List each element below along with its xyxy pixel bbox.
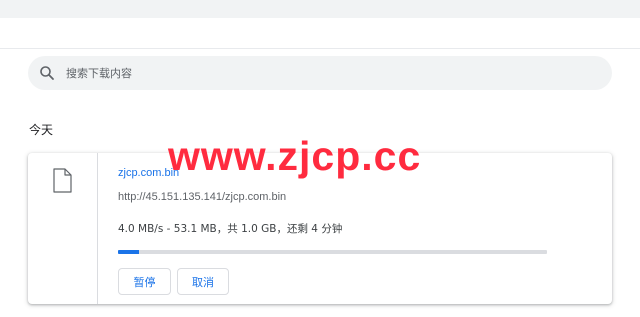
top-toolbar-band <box>0 0 640 18</box>
download-progress-status: 4.0 MB/s - 53.1 MB，共 1.0 GB，还剩 4 分钟 <box>118 223 343 235</box>
download-source-url: http://45.151.135.141/zjcp.com.bin <box>118 191 287 203</box>
search-input[interactable] <box>66 56 586 90</box>
watermark-text: www.zjcp.cc <box>168 133 422 179</box>
cancel-button[interactable]: 取消 <box>177 268 229 295</box>
date-section-label: 今天 <box>29 123 54 137</box>
download-progress-fill <box>118 250 140 254</box>
file-icon <box>53 168 72 193</box>
card-divider <box>97 153 98 304</box>
search-bar[interactable] <box>28 56 612 90</box>
download-progress-bar <box>118 250 547 254</box>
header-divider <box>0 48 640 49</box>
search-icon <box>40 66 54 80</box>
pause-button[interactable]: 暂停 <box>118 268 171 295</box>
